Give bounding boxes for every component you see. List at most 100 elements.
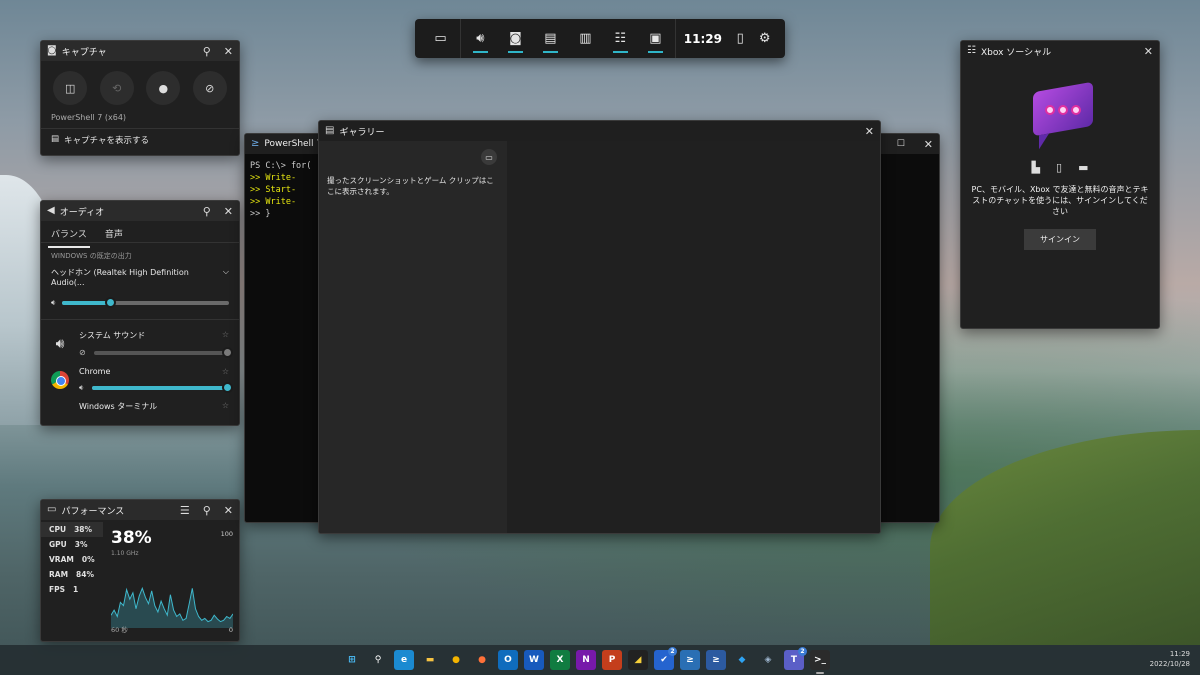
taskbar-onenote-icon[interactable]: N xyxy=(576,650,596,670)
cpu-frequency: 1.10 GHz xyxy=(111,550,139,557)
wallpaper-hill-right xyxy=(930,430,1200,645)
metric-ram[interactable]: RAM 84% xyxy=(41,567,103,582)
cpu-history-area xyxy=(111,588,233,628)
taskbar-start-icon[interactable]: ⊞ xyxy=(342,650,362,670)
performance-titlebar[interactable]: ▭ パフォーマンス ☰ ⚲ ✕ xyxy=(41,500,239,520)
gallery-preview xyxy=(507,141,880,533)
performance-widget-icon[interactable]: ▥ xyxy=(568,19,603,58)
taskbar-firefox-icon[interactable]: ● xyxy=(472,650,492,670)
chrome-volume-slider[interactable] xyxy=(92,382,233,393)
metric-gpu[interactable]: GPU 3% xyxy=(41,537,103,552)
looking-for-group-icon[interactable]: ▣ xyxy=(638,19,673,58)
slider-thumb[interactable] xyxy=(222,346,233,358)
widget-menu-icon[interactable]: ▭ xyxy=(423,19,458,58)
maximize-icon[interactable]: ☐ xyxy=(897,139,905,149)
pc-icon: ▙ xyxy=(1031,161,1040,174)
close-icon[interactable]: ✕ xyxy=(865,126,874,137)
screenshot-button[interactable]: ◫ xyxy=(53,71,88,105)
settings-gear-icon[interactable]: ⚙ xyxy=(752,19,777,58)
tab-balance[interactable]: バランス xyxy=(48,225,90,248)
performance-widget: ▭ パフォーマンス ☰ ⚲ ✕ CPU 38% GPU 3% VRAM 0% RAM 8… xyxy=(40,499,240,642)
taskbar-time: 11:29 xyxy=(1169,650,1190,658)
close-icon[interactable]: ✕ xyxy=(224,206,233,217)
audio-widget: ◀ オーディオ ⚲ ✕ バランス 音声 WINDOWS の既定の出力 ヘッドホン… xyxy=(40,200,240,426)
notification-badge: 2 xyxy=(798,647,807,656)
signin-button[interactable]: サインイン xyxy=(1024,229,1096,250)
taskbar-explorer-icon[interactable]: ▬ xyxy=(420,650,440,670)
mic-off-icon: ⊘ xyxy=(205,81,215,95)
taskbar-excel-icon[interactable]: X xyxy=(550,650,570,670)
taskbar-sticky-notes-icon[interactable]: ◢ xyxy=(628,650,648,670)
slider-thumb[interactable] xyxy=(222,382,233,393)
taskbar-clock[interactable]: 11:29 2022/10/28 xyxy=(1150,649,1190,669)
favorite-star-icon[interactable]: ☆ xyxy=(222,330,229,341)
app-name: Chrome xyxy=(79,367,111,376)
graph-window-label: 60 秒 xyxy=(111,626,128,634)
close-icon[interactable]: ✕ xyxy=(924,139,933,150)
record-last-button[interactable]: ⟲ xyxy=(99,71,134,105)
taskbar-outlook-icon[interactable]: O xyxy=(498,650,518,670)
slider-thumb[interactable] xyxy=(105,297,117,308)
taskbar-powershell-icon[interactable]: ≥ xyxy=(706,650,726,670)
show-captures-link[interactable]: ▤ キャプチャを表示する xyxy=(41,128,239,151)
mic-toggle-button[interactable]: ⊘ xyxy=(192,71,227,105)
open-folder-icon[interactable]: ▭ xyxy=(481,149,497,165)
metric-vram[interactable]: VRAM 0% xyxy=(41,552,103,567)
performance-graph: 38% 1.10 GHz 100 60 秒 0 xyxy=(103,520,239,641)
social-titlebar[interactable]: ☷ Xbox ソーシャル ✕ xyxy=(961,41,1159,61)
volume-icon[interactable]: 🔉︎ xyxy=(79,383,84,393)
master-volume-slider[interactable] xyxy=(62,297,229,308)
audio-widget-icon[interactable]: 🔊︎ xyxy=(463,19,498,58)
history-icon: ⟲ xyxy=(112,81,122,95)
taskbar-vscode-icon[interactable]: ◆ xyxy=(732,650,752,670)
taskbar-search-icon[interactable]: ⚲ xyxy=(368,650,388,670)
metric-cpu[interactable]: CPU 38% xyxy=(41,522,103,537)
pin-icon[interactable]: ⚲ xyxy=(203,46,211,57)
taskbar-chrome-icon[interactable]: ● xyxy=(446,650,466,670)
phone-icon: ▯ xyxy=(1056,161,1063,174)
pin-icon[interactable]: ⚲ xyxy=(203,206,211,217)
output-device-select[interactable]: ヘッドホン (Realtek High Definition Audio(...… xyxy=(41,265,239,289)
xbox-social-widget-icon[interactable]: ☷ xyxy=(603,19,638,58)
favorite-star-icon[interactable]: ☆ xyxy=(222,367,229,376)
gallery-widget-icon[interactable]: ▤ xyxy=(533,19,568,58)
close-icon[interactable]: ✕ xyxy=(224,505,233,516)
close-icon[interactable]: ✕ xyxy=(224,46,233,57)
game-bar: ▭ 🔊︎ ◙ ▤ ▥ ☷ ▣ 11:29 ▯ ⚙ xyxy=(415,19,785,58)
audio-title: オーディオ xyxy=(59,207,105,218)
taskbar-todo-icon[interactable]: ✔ 2 xyxy=(654,647,677,670)
metric-fps[interactable]: FPS 1 xyxy=(41,582,103,597)
close-icon[interactable]: ✕ xyxy=(1144,46,1153,57)
tab-voice[interactable]: 音声 xyxy=(105,225,123,242)
chevron-down-icon: ⌵ xyxy=(222,267,229,276)
taskbar-teams-icon[interactable]: T2 xyxy=(784,647,807,670)
taskbar-powerpoint-icon[interactable]: P xyxy=(602,650,622,670)
gamebar-clock: 11:29 xyxy=(683,31,722,46)
system-sounds-volume-slider[interactable] xyxy=(93,346,233,358)
taskbar-app-misc-icon[interactable]: ◈ xyxy=(758,650,778,670)
options-icon[interactable]: ☰ xyxy=(180,505,190,516)
performance-title: パフォーマンス xyxy=(61,506,125,517)
favorite-star-icon[interactable]: ☆ xyxy=(222,401,229,412)
audio-titlebar[interactable]: ◀ オーディオ ⚲ ✕ xyxy=(41,201,239,221)
record-icon: ● xyxy=(158,81,169,95)
pin-icon[interactable]: ⚲ xyxy=(203,505,211,516)
volume-icon: 🔉︎ xyxy=(51,298,57,307)
taskbar-terminal-icon[interactable]: >_ xyxy=(810,650,830,674)
taskbar-azure-ps-icon[interactable]: ≥ xyxy=(680,650,700,670)
start-recording-button[interactable]: ● xyxy=(146,71,181,105)
output-device-name: ヘッドホン (Realtek High Definition Audio(... xyxy=(51,268,189,287)
social-title: Xbox ソーシャル xyxy=(980,47,1052,58)
taskbar-edge-icon[interactable]: e xyxy=(394,650,414,670)
capture-titlebar[interactable]: ◙ キャプチャ ⚲ ✕ xyxy=(41,41,239,61)
taskbar-word-icon[interactable]: W xyxy=(524,650,544,670)
taskbar-date: 2022/10/28 xyxy=(1149,660,1190,668)
speaker-icon: ◀ xyxy=(47,205,55,216)
muted-icon[interactable]: ⊘ xyxy=(79,348,86,357)
capture-widget-icon[interactable]: ◙ xyxy=(498,19,533,58)
gallery-title: ギャラリー xyxy=(339,127,385,138)
taskbar: ⊞ ⚲ e ▬ ● ● O W X N P ◢ ✔ 2 ≥ ≥ ◆ ◈ T 2 >_ 11:29 2022/10/28 xyxy=(0,645,1200,675)
gallery-titlebar[interactable]: ▤ ギャラリー ✕ xyxy=(319,121,880,141)
app-volume-row: Chrome ☆ 🔉︎ xyxy=(41,363,239,399)
mouse-icon[interactable]: ▯ xyxy=(728,19,753,58)
